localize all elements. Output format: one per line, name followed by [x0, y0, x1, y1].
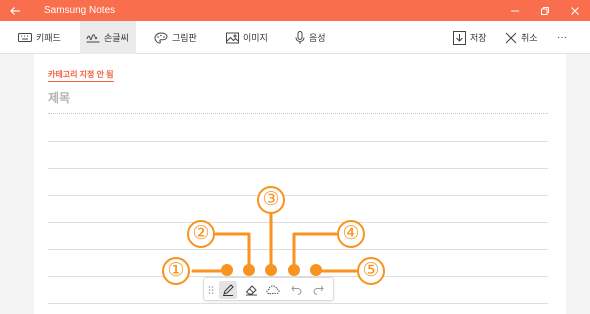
save-icon	[453, 30, 466, 45]
ruled-line	[48, 303, 548, 304]
ruled-line	[48, 195, 548, 196]
drag-handle-icon[interactable]	[208, 285, 214, 295]
save-label: 저장	[470, 33, 487, 43]
drawing-button[interactable]: 그림판	[154, 21, 214, 54]
page-margin-right	[566, 54, 590, 314]
pen-tool-button[interactable]	[219, 281, 237, 299]
callout-3: ③	[257, 186, 285, 214]
callout-4: ④	[337, 220, 365, 248]
pen-toolbar	[203, 277, 334, 301]
title-input[interactable]: 제목	[48, 89, 70, 106]
undo-button[interactable]	[287, 281, 305, 299]
eraser-tool-button[interactable]	[242, 281, 260, 299]
category-selector[interactable]: 카테고리 지정 안 됨	[48, 69, 114, 82]
image-button[interactable]: 이미지	[226, 21, 280, 54]
redo-icon	[312, 285, 324, 295]
keyboard-icon	[18, 33, 32, 42]
cancel-label: 취소	[521, 33, 538, 43]
note-page[interactable]: 카테고리 지정 안 됨 제목	[34, 54, 566, 314]
toolbar: 키패드 손글씨 그림판 이미지 음성 저장 취소 ···	[0, 21, 590, 54]
save-button[interactable]: 저장	[453, 21, 493, 54]
handwriting-label: 손글씨	[104, 33, 129, 43]
minimize-icon	[511, 10, 519, 11]
keyboard-button[interactable]: 키패드	[14, 21, 70, 54]
image-label: 이미지	[243, 33, 268, 43]
ruled-line	[48, 168, 548, 169]
keyboard-label: 키패드	[36, 33, 61, 43]
page-margin-left	[0, 54, 34, 314]
lasso-icon	[266, 285, 280, 294]
microphone-icon	[295, 30, 305, 44]
lasso-tool-button[interactable]	[264, 281, 282, 299]
pen-icon	[223, 284, 234, 296]
back-arrow-icon	[10, 6, 20, 15]
palette-icon	[154, 31, 168, 44]
handwriting-icon	[86, 34, 100, 43]
voice-button[interactable]: 음성	[295, 21, 339, 54]
restore-icon	[541, 6, 549, 15]
back-button[interactable]	[0, 0, 30, 21]
close-icon	[571, 6, 579, 15]
title-bar: Samsung Notes	[0, 0, 590, 21]
handwriting-button[interactable]: 손글씨	[80, 21, 136, 54]
cancel-button[interactable]: 취소	[505, 21, 545, 54]
close-window-button[interactable]	[560, 0, 590, 21]
drawing-label: 그림판	[172, 33, 197, 43]
callout-5: ⑤	[357, 257, 385, 285]
eraser-icon	[245, 285, 257, 296]
ruled-line	[48, 222, 548, 223]
cancel-icon	[505, 32, 517, 43]
redo-button[interactable]	[309, 281, 327, 299]
ruled-line	[48, 141, 548, 142]
undo-icon	[290, 285, 302, 295]
more-icon: ···	[557, 32, 567, 43]
maximize-button[interactable]	[530, 0, 560, 21]
callout-2: ②	[187, 220, 215, 248]
app-title: Samsung Notes	[44, 5, 116, 16]
ruled-line	[48, 249, 548, 250]
voice-label: 음성	[309, 33, 326, 43]
more-options-button[interactable]: ···	[557, 21, 575, 54]
callout-1: ①	[162, 257, 190, 285]
image-icon	[226, 32, 239, 43]
minimize-button[interactable]	[500, 0, 530, 21]
title-divider	[48, 113, 548, 114]
